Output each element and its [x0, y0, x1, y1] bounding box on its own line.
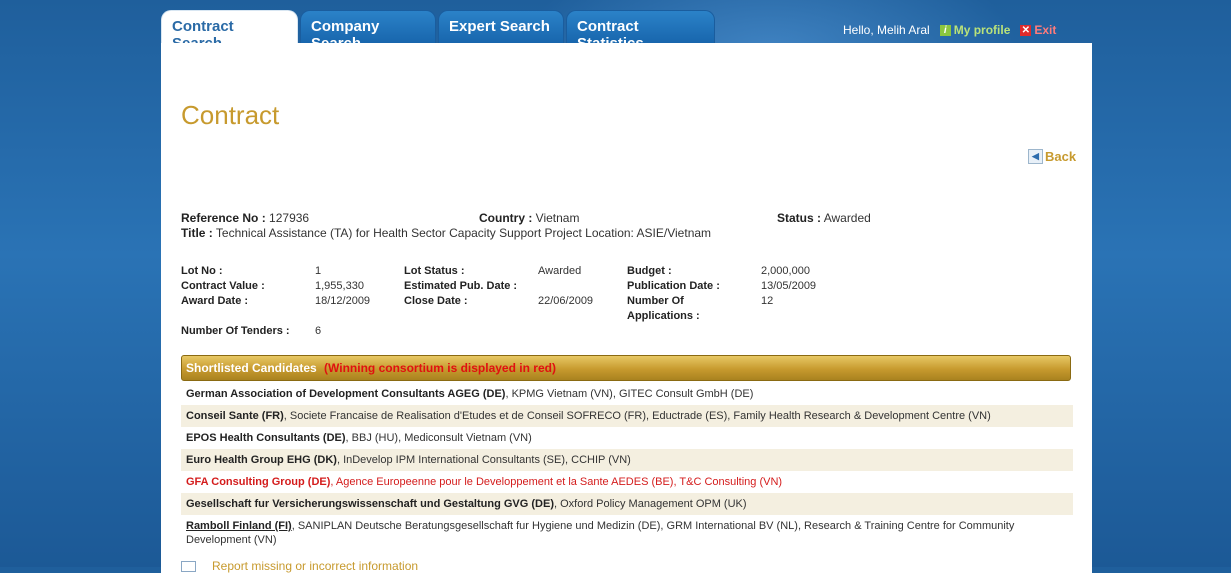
- num-applications-label-1: Number Of: [627, 295, 684, 307]
- title-label: Title :: [181, 226, 213, 240]
- title-value: Technical Assistance (TA) for Health Sec…: [215, 226, 712, 240]
- candidate-lead: German Association of Development Consul…: [186, 388, 506, 400]
- candidate-lead: GFA Consulting Group (DE): [186, 476, 331, 488]
- exit-icon: ✕: [1020, 24, 1032, 36]
- num-applications-value: 12: [761, 295, 774, 307]
- list-item-winner: GFA Consulting Group (DE), Agence Europe…: [181, 471, 1073, 493]
- candidate-partners: , Oxford Policy Management OPM (UK): [553, 498, 747, 510]
- list-item: Gesellschaft fur Versicherungswissenscha…: [181, 493, 1073, 515]
- close-date-label: Close Date :: [404, 295, 468, 307]
- list-item: Ramboll Finland (FI), SANIPLAN Deutsche …: [181, 515, 1073, 551]
- profile-icon: i: [939, 24, 951, 36]
- award-date-label: Award Date :: [181, 295, 249, 307]
- candidate-lead-link[interactable]: Ramboll Finland (FI): [186, 520, 292, 532]
- envelope-icon: [181, 560, 196, 572]
- close-date-value: 22/06/2009: [538, 295, 594, 307]
- shortlisted-title: Shortlisted Candidates: [186, 361, 317, 375]
- lot-status-label: Lot Status :: [404, 265, 465, 277]
- award-date-value: 18/12/2009: [315, 295, 371, 307]
- tab-expert-search[interactable]: Expert Search: [438, 10, 564, 43]
- tab-contract-statistics[interactable]: Contract Statistics: [566, 10, 715, 52]
- pub-date-label: Publication Date :: [627, 280, 720, 292]
- budget-value: 2,000,000: [761, 265, 810, 277]
- pub-date-value: 13/05/2009: [761, 280, 817, 292]
- reference-label: Reference No :: [181, 211, 266, 225]
- reference-field: Reference No : 127936: [181, 211, 309, 225]
- candidate-partners: , BBJ (HU), Mediconsult Vietnam (VN): [345, 432, 532, 444]
- tab-contract-search[interactable]: Contract Search: [161, 10, 298, 52]
- num-applications-label-2: Applications :: [627, 310, 700, 322]
- candidate-partners: , InDevelop IPM International Consultant…: [336, 454, 631, 466]
- user-greeting: Hello, Melih Aral: [843, 23, 930, 37]
- back-link[interactable]: ◀ Back: [1028, 149, 1076, 164]
- candidate-partners: , KPMG Vietnam (VN), GITEC Consult GmbH …: [505, 388, 754, 400]
- tenders-value: 6: [315, 325, 322, 337]
- est-pub-label: Estimated Pub. Date :: [404, 280, 518, 292]
- list-item: Euro Health Group EHG (DK), InDevelop IP…: [181, 449, 1073, 471]
- candidate-lead: Gesellschaft fur Versicherungswissenscha…: [186, 498, 554, 510]
- report-link[interactable]: Report missing or incorrect information: [181, 559, 418, 573]
- contract-value: 1,955,330: [315, 280, 364, 292]
- tab-company-search[interactable]: Company Search: [300, 10, 436, 52]
- main-tabs: Contract Search Company Search Expert Se…: [161, 10, 717, 52]
- status-label: Status :: [777, 211, 822, 225]
- lot-no-value: 1: [315, 265, 322, 277]
- back-arrow-icon: ◀: [1028, 149, 1043, 164]
- content-panel: Contract ◀ Back Reference No : 127936 Co…: [161, 43, 1092, 573]
- my-profile-link[interactable]: My profile: [954, 23, 1011, 37]
- candidate-lead: Conseil Sante (FR): [186, 410, 284, 422]
- list-item: Conseil Sante (FR), Societe Francaise de…: [181, 405, 1073, 427]
- candidate-partners: , Agence Europeenne pour le Developpemen…: [330, 476, 783, 488]
- shortlisted-header: Shortlisted Candidates (Winning consorti…: [181, 355, 1071, 381]
- exit-link[interactable]: Exit: [1034, 23, 1056, 37]
- candidate-lead: Euro Health Group EHG (DK): [186, 454, 337, 466]
- user-bar: Hello, Melih Aral i My profile ✕ Exit: [843, 23, 1056, 37]
- candidate-lead: EPOS Health Consultants (DE): [186, 432, 346, 444]
- contract-value-label: Contract Value :: [181, 280, 265, 292]
- tenders-label: Number Of Tenders :: [181, 325, 290, 337]
- status-value: Awarded: [823, 211, 871, 225]
- lot-status-value: Awarded: [538, 265, 582, 277]
- candidate-partners: , SANIPLAN Deutsche Beratungsgesellschaf…: [186, 520, 1015, 546]
- candidate-partners: , Societe Francaise de Realisation d'Etu…: [283, 410, 991, 422]
- budget-label: Budget :: [627, 265, 672, 277]
- list-item: German Association of Development Consul…: [181, 383, 1073, 405]
- country-field: Country : Vietnam: [479, 211, 579, 225]
- winner-note: (Winning consortium is displayed in red): [324, 361, 556, 375]
- status-field: Status : Awarded: [777, 211, 871, 225]
- back-label: Back: [1045, 149, 1077, 164]
- lot-no-label: Lot No :: [181, 265, 223, 277]
- list-item: EPOS Health Consultants (DE), BBJ (HU), …: [181, 427, 1073, 449]
- country-label: Country :: [479, 211, 533, 225]
- reference-value: 127936: [269, 211, 310, 225]
- title-field: Title : Technical Assistance (TA) for He…: [181, 226, 711, 240]
- page-title: Contract: [181, 100, 280, 130]
- report-label: Report missing or incorrect information: [212, 559, 419, 573]
- country-value: Vietnam: [535, 211, 580, 225]
- candidate-list: German Association of Development Consul…: [181, 383, 1073, 551]
